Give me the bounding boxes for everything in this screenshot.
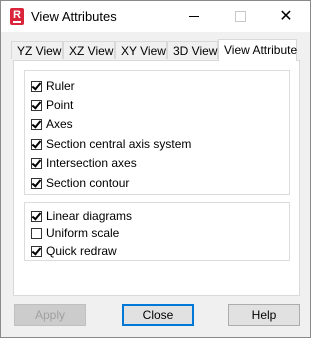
help-button[interactable]: Help <box>228 304 300 326</box>
tab-3d-view[interactable]: 3D View <box>167 41 218 59</box>
linear-diagrams-checkbox-box[interactable] <box>31 210 42 222</box>
app-logo-icon: R <box>10 8 24 25</box>
quick-redraw-checkbox[interactable]: Quick redraw <box>31 243 117 259</box>
maximize-icon <box>234 11 246 22</box>
title-bar: R View Attributes ✕ <box>1 1 310 32</box>
point-label: Point <box>46 98 74 112</box>
close-button[interactable]: Close <box>122 304 194 326</box>
tab-xy-view[interactable]: XY View <box>115 41 167 59</box>
section-contour-label: Section contour <box>46 176 130 190</box>
diagram-options-group: Linear diagrams Uniform scale Quick redr… <box>24 202 290 261</box>
tab-yz-view[interactable]: YZ View <box>11 41 63 59</box>
view-attribute-panel: Ruler Point Axes Section central axis sy… <box>13 60 300 296</box>
app-logo-letter: R <box>13 9 21 21</box>
section-central-axis-label: Section central axis system <box>46 137 192 151</box>
axes-checkbox-box[interactable] <box>31 118 42 130</box>
section-contour-checkbox[interactable]: Section contour <box>31 175 129 191</box>
minimize-button[interactable] <box>171 1 217 32</box>
view-attributes-dialog: R View Attributes ✕ YZ View XZ View XY V… <box>0 0 311 338</box>
apply-button[interactable]: Apply <box>14 304 86 326</box>
maximize-button[interactable] <box>217 1 263 32</box>
quick-redraw-checkbox-box[interactable] <box>31 245 42 257</box>
point-checkbox[interactable]: Point <box>31 97 73 113</box>
close-window-button[interactable]: ✕ <box>263 1 309 32</box>
intersection-axes-checkbox[interactable]: Intersection axes <box>31 155 137 171</box>
ruler-checkbox-box[interactable] <box>31 80 42 92</box>
ruler-label: Ruler <box>46 79 75 93</box>
point-checkbox-box[interactable] <box>31 99 42 111</box>
axes-checkbox[interactable]: Axes <box>31 116 73 132</box>
uniform-scale-label: Uniform scale <box>46 226 120 240</box>
minimize-icon <box>189 16 199 17</box>
linear-diagrams-checkbox[interactable]: Linear diagrams <box>31 208 132 224</box>
window-title: View Attributes <box>31 9 117 24</box>
ruler-checkbox[interactable]: Ruler <box>31 78 75 94</box>
uniform-scale-checkbox[interactable]: Uniform scale <box>31 225 119 241</box>
display-options-group: Ruler Point Axes Section central axis sy… <box>24 70 290 195</box>
section-central-axis-checkbox-box[interactable] <box>31 138 42 150</box>
tab-view-attribute[interactable]: View Attribute <box>218 39 297 61</box>
close-icon: ✕ <box>279 7 293 25</box>
section-central-axis-checkbox[interactable]: Section central axis system <box>31 136 191 152</box>
section-contour-checkbox-box[interactable] <box>31 177 42 189</box>
uniform-scale-checkbox-box[interactable] <box>31 227 42 239</box>
intersection-axes-label: Intersection axes <box>46 156 137 170</box>
linear-diagrams-label: Linear diagrams <box>46 209 133 223</box>
intersection-axes-checkbox-box[interactable] <box>31 157 42 169</box>
tab-xz-view[interactable]: XZ View <box>63 41 115 59</box>
axes-label: Axes <box>46 117 73 131</box>
quick-redraw-label: Quick redraw <box>46 244 117 258</box>
